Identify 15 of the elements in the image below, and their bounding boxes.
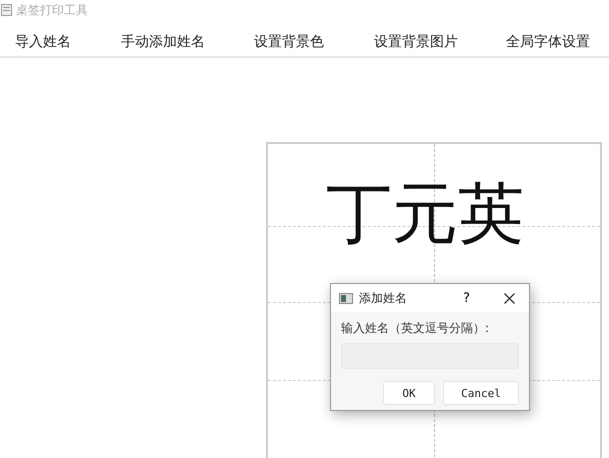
dialog-button[interactable]: Cancel xyxy=(443,381,519,405)
dialog-button[interactable]: OK xyxy=(383,381,435,405)
dialog-title: 添加姓名 xyxy=(359,290,408,306)
name-text: 丁元英 xyxy=(326,174,524,254)
window-title: 桌签打印工具 xyxy=(16,2,88,18)
menu-item[interactable]: 手动添加姓名 xyxy=(121,33,254,51)
app-icon xyxy=(1,4,12,16)
menu-item[interactable]: 全局字体设置 xyxy=(506,33,590,51)
menu-item[interactable]: 设置背景色 xyxy=(254,33,374,51)
prompt-label: 输入姓名（英文逗号分隔）: xyxy=(341,320,490,337)
close-icon[interactable] xyxy=(504,292,515,304)
menu-item[interactable]: 设置背景图片 xyxy=(374,33,506,51)
window-icon xyxy=(339,292,353,304)
help-button[interactable]: ? xyxy=(463,290,470,306)
menu-item[interactable]: 导入姓名 xyxy=(15,33,121,51)
